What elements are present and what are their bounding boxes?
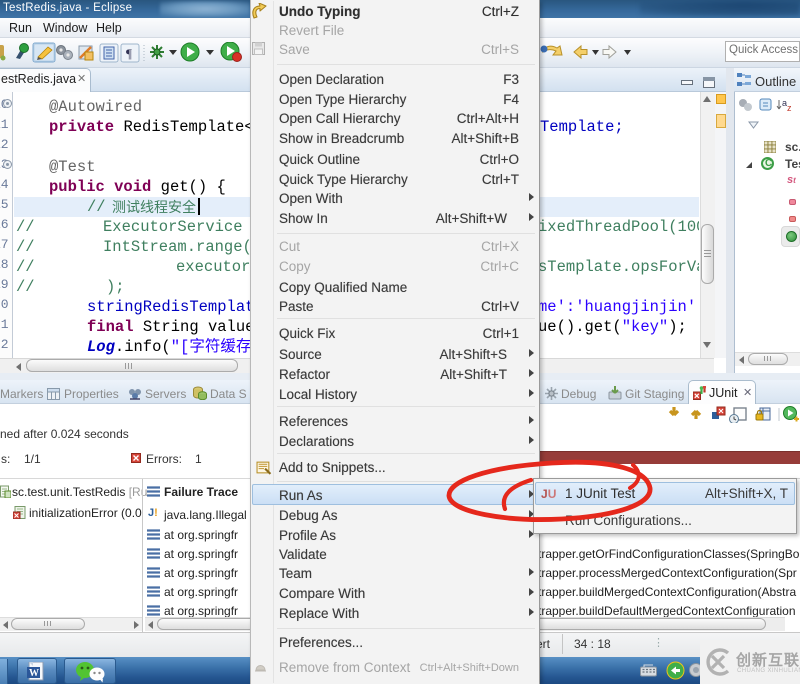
svg-text:z: z bbox=[787, 103, 792, 113]
svg-text:W: W bbox=[29, 668, 39, 679]
